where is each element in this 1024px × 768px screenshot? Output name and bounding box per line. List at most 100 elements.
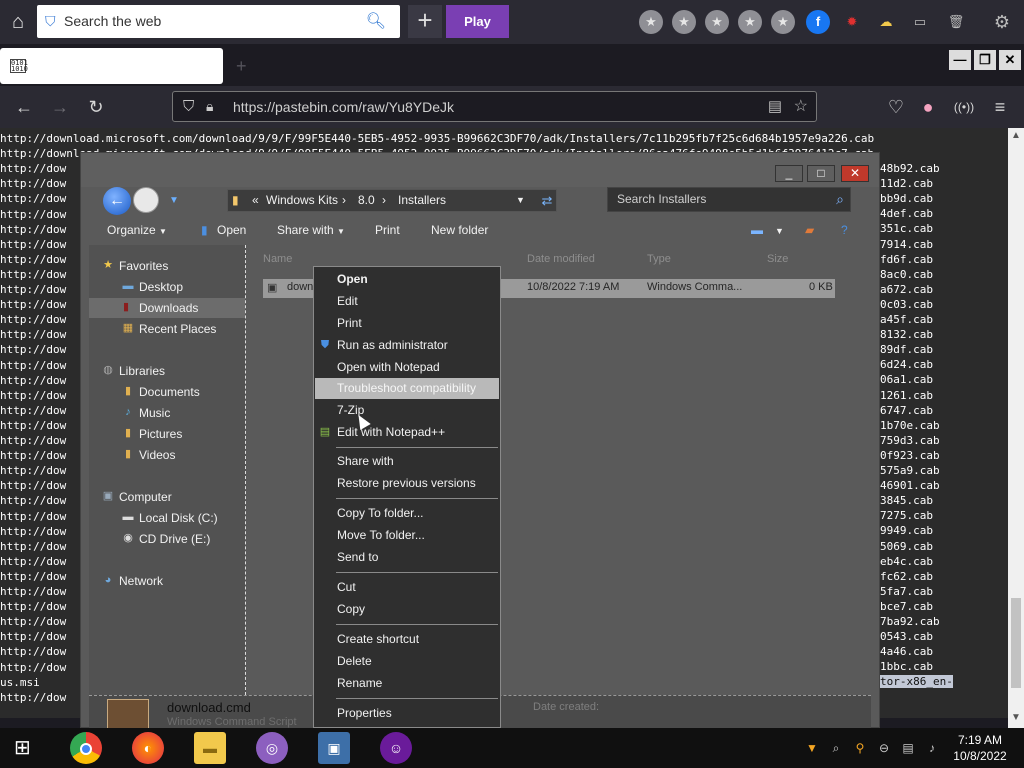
text-line-tail[interactable]: a45f.cab <box>880 312 960 327</box>
chevron-down-icon[interactable]: ▼ <box>516 190 525 211</box>
web-search-box[interactable]: ⛉ Search the web 🔍︎ <box>37 5 400 38</box>
lock-icon[interactable]: 🔒︎ <box>206 98 213 115</box>
maximize-icon[interactable]: □ <box>807 165 835 182</box>
reader-view-icon[interactable]: ▤ <box>768 97 782 115</box>
back-icon[interactable]: ← <box>103 187 131 215</box>
plus-icon[interactable]: + <box>408 5 442 38</box>
volume-icon[interactable]: ♪ <box>924 740 940 756</box>
nav-pictures[interactable]: ▮ Pictures <box>125 424 182 444</box>
menu-item-copy[interactable]: Copy <box>315 599 499 620</box>
text-line-tail[interactable]: 0543.cab <box>880 629 960 644</box>
text-line-tail[interactable]: 9949.cab <box>880 523 960 538</box>
text-line-tail[interactable]: 575a9.cab <box>880 463 960 478</box>
folder-icon[interactable]: ▭ <box>908 10 932 34</box>
text-line-tail[interactable]: eb4c.cab <box>880 554 960 569</box>
nav-recent[interactable]: ▦ Recent Places <box>123 319 217 339</box>
tor-browser-icon[interactable]: ◎ <box>256 732 288 764</box>
menu-item-open[interactable]: Open <box>315 269 499 290</box>
text-line-tail[interactable]: 11d2.cab <box>880 176 960 191</box>
text-line-tail[interactable]: 6d24.cab <box>880 357 960 372</box>
organize-button[interactable]: Organize ▼ <box>107 223 167 237</box>
restore-icon[interactable]: ❐ <box>974 50 996 70</box>
text-line-tail[interactable]: 7275.cab <box>880 508 960 523</box>
clock[interactable]: 7:19 AM 10/8/2022 <box>948 732 1012 764</box>
text-line-tail[interactable]: 759d3.cab <box>880 433 960 448</box>
star-icon[interactable]: ★ <box>672 10 696 34</box>
nav-libraries[interactable]: ◍ Libraries <box>103 361 165 381</box>
menu-item-delete[interactable]: Delete <box>315 651 499 672</box>
text-line-tail[interactable]: 1b70e.cab <box>880 418 960 433</box>
url-text[interactable]: https://pastebin.com/raw/Yu8YDeJk <box>233 99 454 115</box>
extension-icon[interactable]: ((•)) <box>952 96 976 118</box>
text-line[interactable]: http://download.microsoft.com/download/9… <box>0 131 1008 146</box>
firefox-icon[interactable]: ◐ <box>132 732 164 764</box>
reload-icon[interactable]: ↻ <box>84 96 108 118</box>
yahoo-messenger-icon[interactable]: ☺ <box>380 732 412 764</box>
file-explorer-icon[interactable]: ▬ <box>194 732 226 764</box>
nav-cd-drive[interactable]: ◉ CD Drive (E:) <box>123 529 210 549</box>
menu-item-share-with[interactable]: Share with <box>315 451 499 472</box>
nav-music[interactable]: ♪ Music <box>125 403 170 423</box>
minus-circle-icon[interactable]: ⊖ <box>876 740 892 756</box>
column-size[interactable]: Size <box>767 253 788 265</box>
url-bar[interactable]: ⛉ 🔒︎ https://pastebin.com/raw/Yu8YDeJk ▤… <box>172 91 817 122</box>
menu-item-edit[interactable]: Edit <box>315 291 499 312</box>
refresh-icon[interactable]: ⇄ <box>536 189 558 212</box>
star-icon[interactable]: ★ <box>738 10 762 34</box>
open-button[interactable]: Open <box>217 223 246 237</box>
page-scrollbar[interactable]: ▲ ▼ <box>1008 128 1024 728</box>
share-with-button[interactable]: Share with ▼ <box>277 223 345 237</box>
menu-item-rename[interactable]: Rename <box>315 673 499 694</box>
text-line-tail[interactable]: bb9d.cab <box>880 191 960 206</box>
text-line-tail[interactable]: 7ba92.cab <box>880 614 960 629</box>
minimize-icon[interactable]: — <box>949 50 971 70</box>
trash-icon[interactable]: 🗑︎ <box>944 10 968 34</box>
new-folder-button[interactable]: New folder <box>431 223 488 237</box>
minimize-icon[interactable]: _ <box>775 165 803 182</box>
close-icon[interactable]: ✕ <box>841 165 869 182</box>
nav-desktop[interactable]: ▬ Desktop <box>123 277 184 297</box>
view-icon[interactable]: ▬ <box>751 223 763 237</box>
text-line-tail[interactable]: 46901.cab <box>880 478 960 493</box>
profile-icon[interactable]: ● <box>916 96 940 118</box>
search-box[interactable]: Search Installers ⌕ <box>607 187 851 212</box>
text-line-tail[interactable]: 5069.cab <box>880 539 960 554</box>
text-line-tail[interactable]: 8ac0.cab <box>880 267 960 282</box>
breadcrumb-windows-kits[interactable]: Windows Kits <box>266 190 338 211</box>
chrome-icon[interactable] <box>70 732 102 764</box>
print-button[interactable]: Print <box>375 223 400 237</box>
menu-item-edit-with-notepad-plus-plus[interactable]: ▤ Edit with Notepad++ <box>315 422 499 443</box>
menu-item-print[interactable]: Print <box>315 313 499 334</box>
menu-item-cut[interactable]: Cut <box>315 577 499 598</box>
menu-item-open-with-notepad[interactable]: Open with Notepad <box>315 357 499 378</box>
history-dropdown-icon[interactable]: ▼ <box>169 195 179 206</box>
text-line-tail[interactable]: 4a46.cab <box>880 644 960 659</box>
breadcrumb-8-0[interactable]: 8.0 <box>358 190 375 211</box>
text-line-tail[interactable]: 0c03.cab <box>880 297 960 312</box>
text-line-tail[interactable]: tor-x86_en- <box>880 674 960 689</box>
breadcrumb-installers[interactable]: Installers <box>398 190 446 211</box>
text-line-tail[interactable]: 1261.cab <box>880 388 960 403</box>
text-line-tail[interactable]: bce7.cab <box>880 599 960 614</box>
windows-start-icon[interactable]: ⊞ <box>14 738 36 760</box>
scrollbar-thumb[interactable] <box>1011 598 1021 688</box>
menu-icon[interactable]: ≡ <box>988 96 1012 118</box>
new-tab-icon[interactable]: + <box>236 56 247 77</box>
weather-icon[interactable]: ☁ <box>874 10 898 34</box>
star-icon[interactable]: ★ <box>705 10 729 34</box>
browser-tab[interactable]: 0101 1010 <box>0 48 223 84</box>
menu-item-properties[interactable]: Properties <box>315 703 499 724</box>
column-date-modified[interactable]: Date modified <box>527 253 595 265</box>
star-icon[interactable]: ★ <box>639 10 663 34</box>
menu-item-send-to[interactable]: Send to <box>315 547 499 568</box>
gear-icon[interactable]: ⚙ <box>990 10 1014 34</box>
bug-icon[interactable]: ✹ <box>840 10 864 34</box>
bookmark-star-icon[interactable]: ☆ <box>794 96 808 116</box>
text-line-tail[interactable]: fc62.cab <box>880 569 960 584</box>
shield-icon[interactable]: ⛉ <box>183 98 194 115</box>
help-icon[interactable]: ? <box>841 223 848 237</box>
text-line-tail[interactable]: 6747.cab <box>880 403 960 418</box>
text-line-tail[interactable]: 7914.cab <box>880 237 960 252</box>
nav-downloads[interactable]: ▮ Downloads <box>89 298 245 318</box>
column-name[interactable]: Name <box>263 253 292 265</box>
